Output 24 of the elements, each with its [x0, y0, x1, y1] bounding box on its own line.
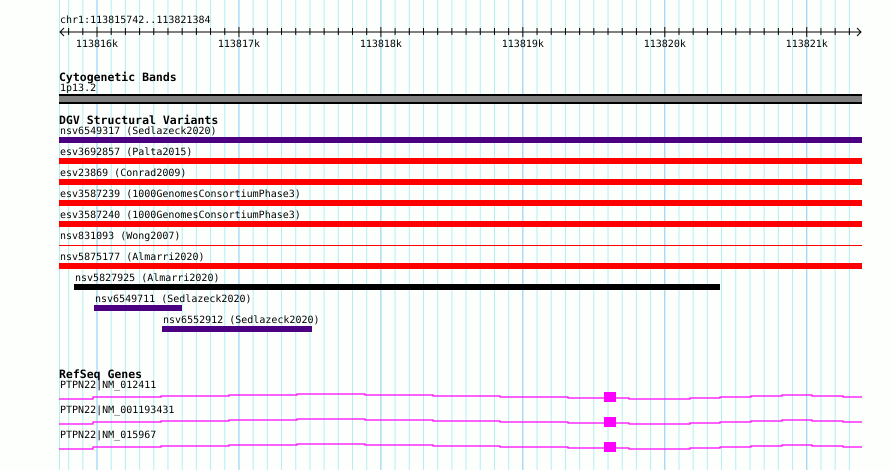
track-title: RefSeq Genes — [59, 369, 142, 380]
ruler-label: 113818k — [360, 39, 402, 51]
variant-label: esv3587240 (1000GenomesConsortiumPhase3) — [59, 210, 301, 221]
ruler-label: 113816k — [76, 39, 118, 51]
band-label: 1p13.2 — [60, 83, 96, 94]
track-title: DGV Structural Variants — [59, 115, 220, 126]
transcript-label: PTPN22|NM_001193431 — [59, 405, 174, 416]
ruler-label: 113817k — [218, 39, 260, 51]
transcript-label: PTPN22|NM_012411 — [60, 380, 156, 391]
locus-text: chr1:113815742..113821384 — [59, 15, 212, 27]
variant-label: nsv831093 (Wong2007) — [59, 231, 180, 242]
track-title: Cytogenetic Bands — [59, 72, 178, 83]
variant-label: nsv6549317 (Sedlazeck2020) — [59, 126, 217, 137]
variant-label: esv3692857 (Palta2015) — [59, 147, 192, 158]
variant-label: nsv5827925 (Almarri2020) — [74, 273, 220, 284]
variant-label: nsv6549711 (Sedlazeck2020) — [94, 294, 252, 305]
transcript-label: PTPN22|NM_015967 — [59, 430, 156, 441]
ruler-label: 113819k — [502, 39, 544, 51]
variant-label: nsv6552912 (Sedlazeck2020) — [162, 315, 320, 326]
variant-label: esv23869 (Conrad2009) — [59, 168, 186, 179]
ruler-label: 113821k — [786, 39, 828, 51]
ruler-label: 113820k — [644, 39, 686, 51]
variant-label: nsv5875177 (Almarri2020) — [59, 252, 204, 263]
variant-label: esv3587239 (1000GenomesConsortiumPhase3) — [59, 189, 301, 200]
